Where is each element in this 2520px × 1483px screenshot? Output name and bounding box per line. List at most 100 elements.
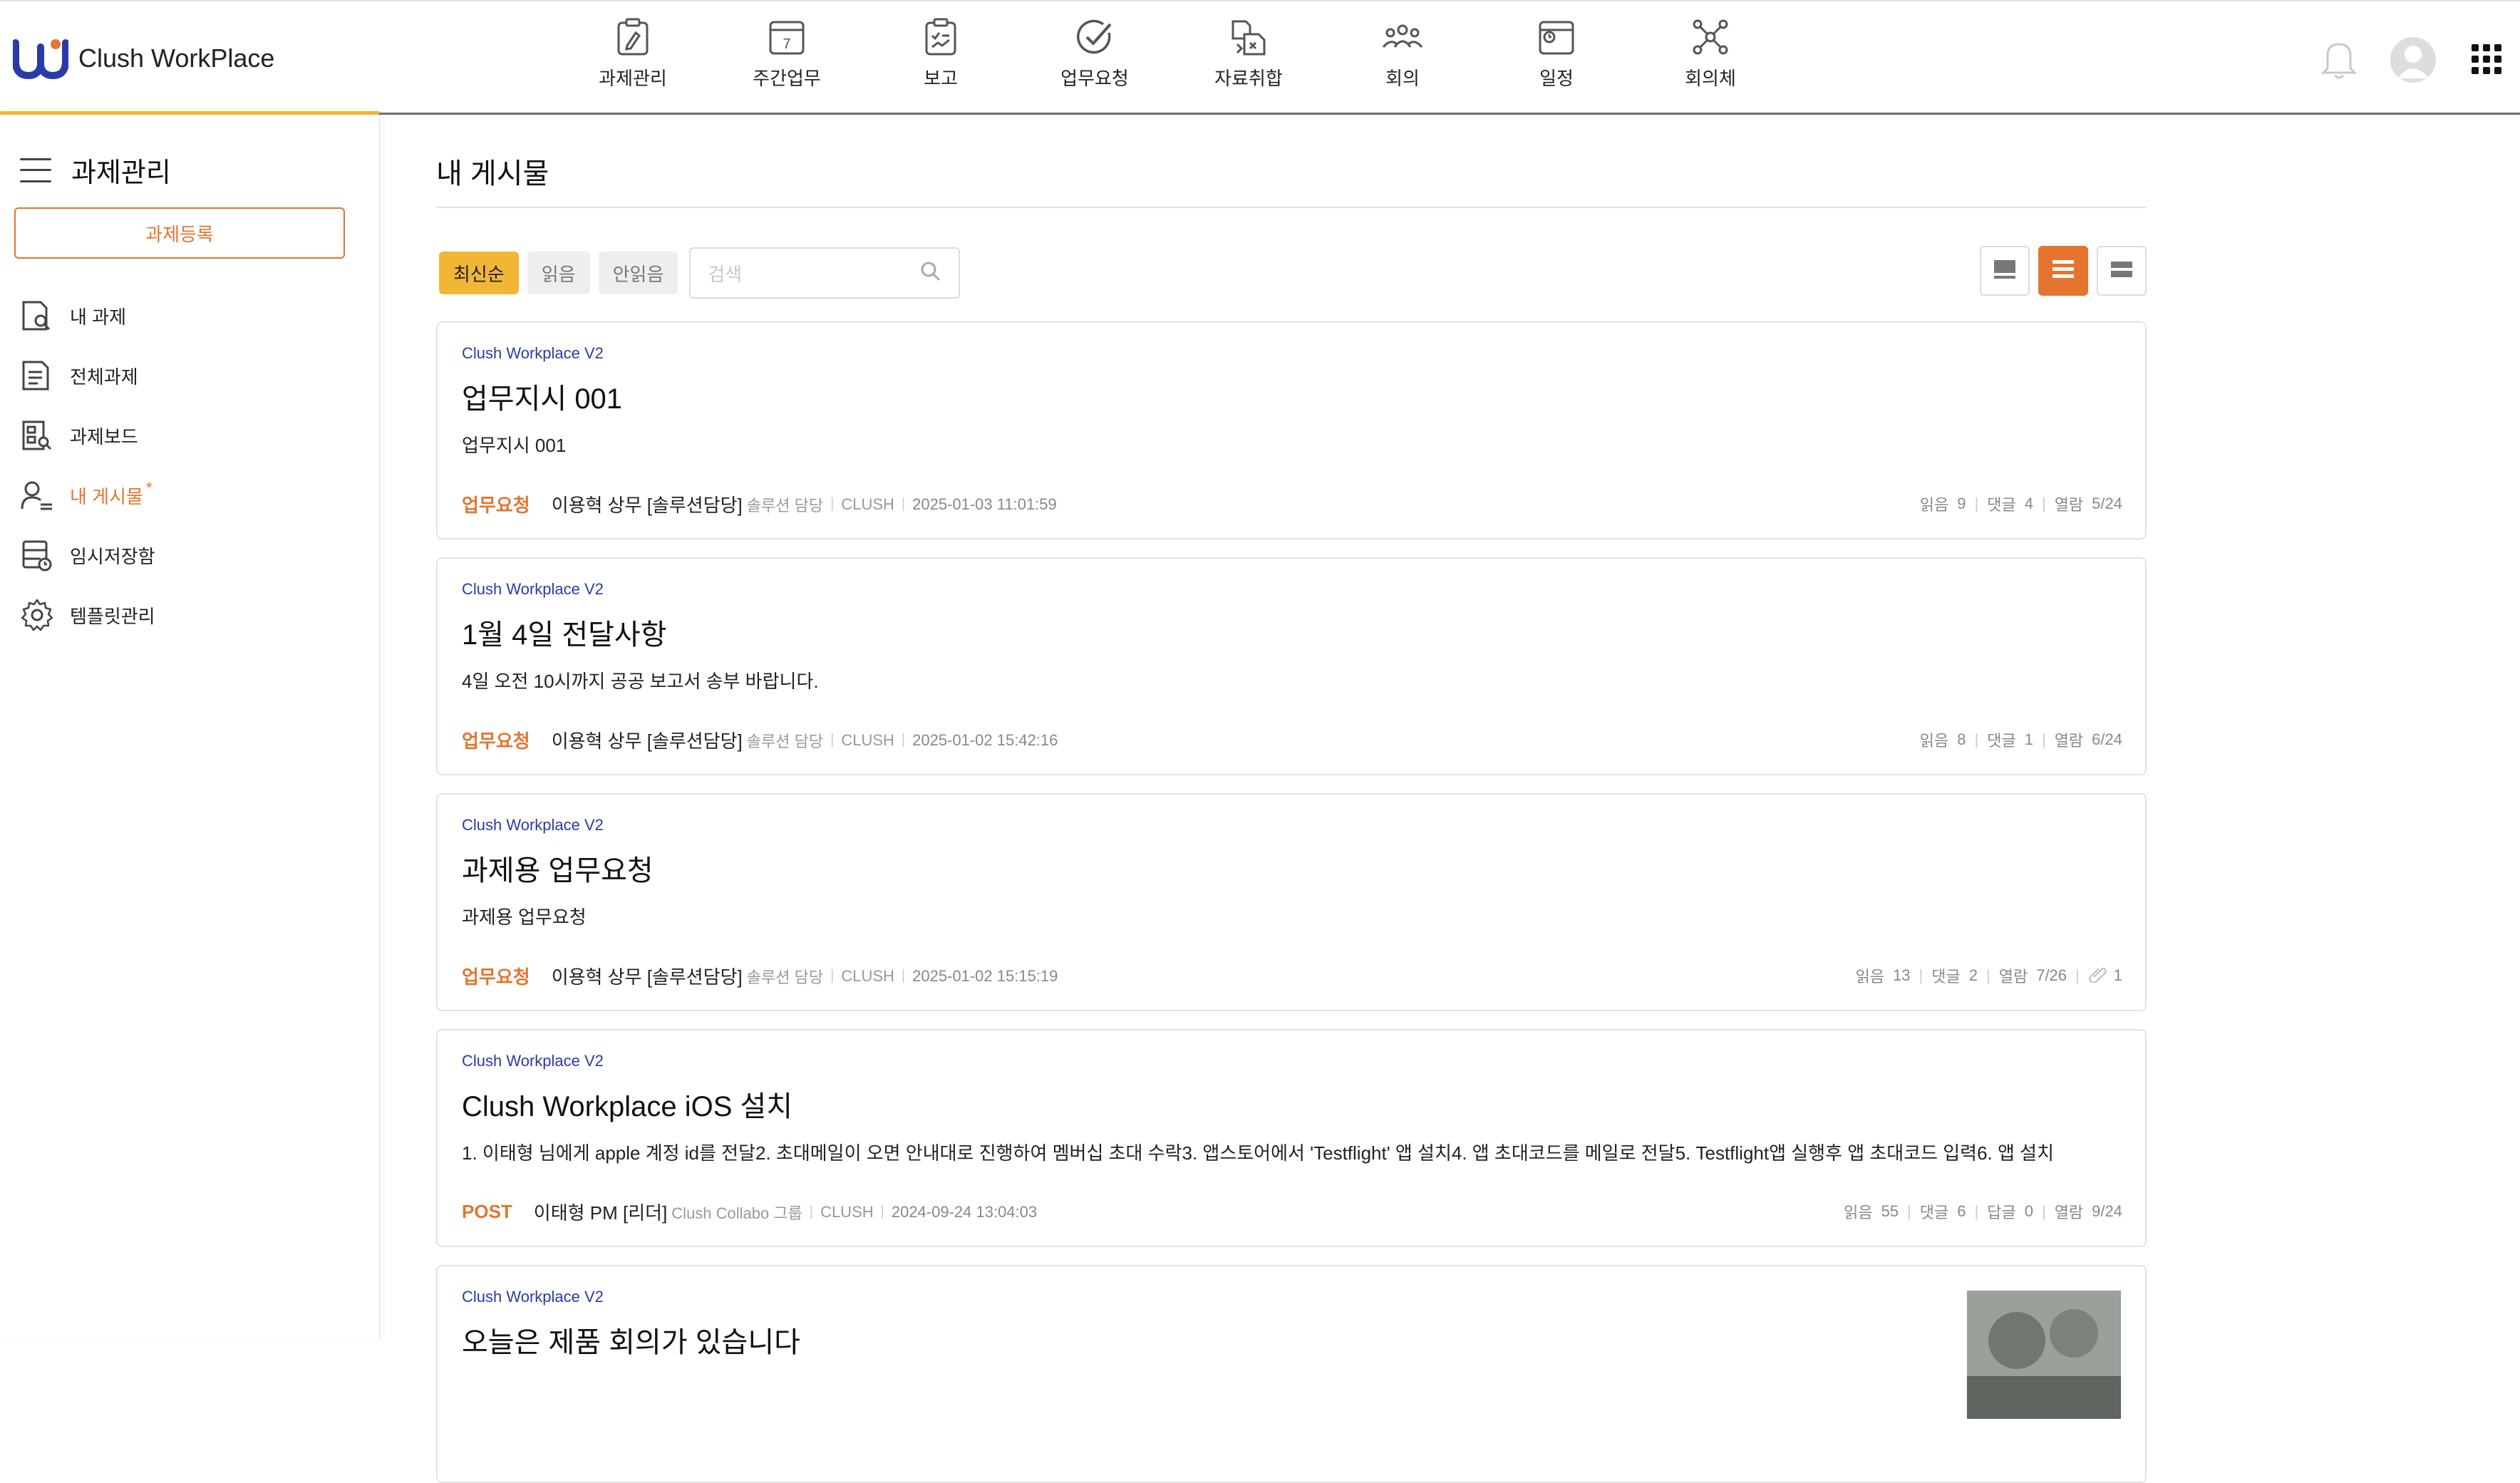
nav-work-request[interactable]: 업무요청 <box>1018 16 1172 91</box>
comment-count: 1 <box>2024 730 2033 748</box>
comment-label: 댓글 <box>1931 968 1961 986</box>
post-project[interactable]: Clush Workplace V2 <box>462 1052 604 1070</box>
post-type-tag: 업무요청 <box>462 495 530 516</box>
post-org: CLUSH <box>820 1202 874 1221</box>
view-list-button[interactable] <box>2038 246 2088 296</box>
post-date: 2025-01-02 15:15:19 <box>912 966 1058 985</box>
post-title[interactable]: 업무지시 001 <box>462 376 622 417</box>
nav-schedule[interactable]: 일정 <box>1480 16 1633 91</box>
compact-view-icon <box>2110 259 2134 284</box>
nav-weekly-work[interactable]: 7 주간업무 <box>710 16 864 91</box>
sidebar-item-my-task[interactable]: 내 과제 <box>19 296 155 336</box>
nav-task-management[interactable]: 과제관리 <box>556 16 710 91</box>
sidebar-item-all-tasks[interactable]: 전체과제 <box>19 356 155 396</box>
post-project[interactable]: Clush Workplace V2 <box>462 344 604 363</box>
read-label: 읽음 <box>1919 496 1949 514</box>
sidebar-item-templates[interactable]: 템플릿관리 <box>19 595 155 635</box>
sidebar-menu: 내 과제 전체과제 과제보드 내 게시물 * 임시저장함 템플릿관리 <box>19 296 155 655</box>
user-avatar[interactable] <box>2390 37 2436 83</box>
view-compact-button[interactable] <box>2097 246 2147 296</box>
post-stats: 읽음 13 | 댓글 2 | 열람 7/26 | 1 <box>1856 964 2122 987</box>
stat-separator: | <box>2041 1202 2046 1220</box>
post-stats: 읽음 9 | 댓글 4 | 열람 5/24 <box>1920 492 2122 515</box>
read-label: 읽음 <box>1919 732 1949 750</box>
view-card-button[interactable] <box>1980 246 2030 296</box>
meta-separator: | <box>830 496 835 512</box>
post-project[interactable]: Clush Workplace V2 <box>462 816 604 834</box>
nav-label: 업무요청 <box>1060 68 1129 89</box>
post-author[interactable]: 이용혁 상무 [솔루션담당] <box>552 727 743 753</box>
app-logo[interactable]: Clush WorkPlace <box>12 37 274 80</box>
stat-separator: | <box>1974 1202 1979 1220</box>
post-title[interactable]: 1월 4일 전달사항 <box>462 611 667 653</box>
calendar-icon: 7 <box>765 16 808 58</box>
sidebar-item-label: 템플릿관리 <box>70 605 155 627</box>
post-body: 4일 오전 10시까지 공공 보고서 송부 바랍니다. <box>462 671 819 692</box>
post-title[interactable]: 오늘은 제품 회의가 있습니다 <box>462 1319 800 1360</box>
card-view-icon <box>1993 259 2017 284</box>
filter-unread[interactable]: 안읽음 <box>598 252 678 294</box>
post-type-tag: POST <box>462 1201 512 1222</box>
post-card[interactable]: Clush Workplace V2 1월 4일 전달사항 4일 오전 10시까… <box>436 557 2147 775</box>
attachment-count: 1 <box>2113 966 2122 984</box>
view-count: 9/24 <box>2092 1202 2122 1220</box>
filter-read[interactable]: 읽음 <box>527 252 590 294</box>
post-author[interactable]: 이용혁 상무 [솔루션담당] <box>552 491 743 517</box>
title-divider <box>436 207 2147 208</box>
meta-separator: | <box>901 496 906 512</box>
post-card[interactable]: Clush Workplace V2 Clush Workplace iOS 설… <box>436 1029 2147 1247</box>
stat-separator: | <box>2075 966 2080 984</box>
nav-meeting[interactable]: 회의 <box>1326 16 1480 91</box>
sidebar-header: 과제관리 <box>20 150 171 190</box>
register-task-button[interactable]: 과제등록 <box>14 207 345 259</box>
read-count: 8 <box>1957 730 1966 748</box>
report-icon <box>919 16 962 58</box>
task-board-icon <box>19 417 56 454</box>
stat-separator: | <box>1974 730 1979 748</box>
post-title[interactable]: 과제용 업무요청 <box>462 847 654 889</box>
post-card[interactable]: Clush Workplace V2 과제용 업무요청 과제용 업무요청 업무요… <box>436 793 2147 1011</box>
nav-label: 주간업무 <box>753 68 821 89</box>
post-stats: 읽음 55 | 댓글 6 | 답글 0 | 열람 9/24 <box>1844 1200 2122 1223</box>
sidebar-item-label: 내 과제 <box>70 306 126 328</box>
post-thumbnail[interactable] <box>1967 1291 2121 1419</box>
sidebar-item-drafts[interactable]: 임시저장함 <box>19 535 155 575</box>
filter-latest[interactable]: 최신순 <box>439 252 519 294</box>
apps-grid-icon[interactable] <box>2472 44 2501 74</box>
comment-count: 4 <box>2024 495 2033 512</box>
nav-data-collection[interactable]: 자료취합 <box>1172 16 1326 91</box>
sidebar-title: 과제관리 <box>71 158 171 188</box>
nav-label: 자료취합 <box>1214 68 1283 89</box>
attachment-icon <box>2088 964 2107 987</box>
post-body: 업무지시 001 <box>462 435 567 456</box>
view-count: 6/24 <box>2092 730 2122 748</box>
nav-committee[interactable]: 회의체 <box>1633 16 1787 91</box>
comment-label: 댓글 <box>1919 1204 1949 1221</box>
post-title[interactable]: Clush Workplace iOS 설치 <box>462 1083 792 1125</box>
post-card[interactable]: Clush Workplace V2 업무지시 001 업무지시 001 업무요… <box>436 321 2147 539</box>
schedule-icon <box>1535 16 1578 58</box>
post-project[interactable]: Clush Workplace V2 <box>462 1288 604 1306</box>
view-label: 열람 <box>2054 496 2084 514</box>
notification-bell-icon[interactable] <box>2319 37 2359 80</box>
nav-report[interactable]: 보고 <box>864 16 1018 91</box>
post-type-tag: 업무요청 <box>462 966 530 988</box>
top-border-line <box>0 0 2520 10</box>
draft-box-icon <box>19 537 56 574</box>
nav-label: 보고 <box>924 68 958 89</box>
search-placeholder: 검색 <box>708 263 743 285</box>
post-org: CLUSH <box>841 730 894 749</box>
sidebar-item-label: 임시저장함 <box>70 545 155 567</box>
my-task-icon <box>19 297 56 334</box>
post-author[interactable]: 이용혁 상무 [솔루션담당] <box>552 963 743 989</box>
post-dept: 솔루션 담당 <box>746 732 824 750</box>
search-input[interactable]: 검색 <box>689 247 961 299</box>
post-card[interactable]: Clush Workplace V2 오늘은 제품 회의가 있습니다 <box>436 1265 2147 1483</box>
settings-gear-icon <box>19 596 56 634</box>
post-project[interactable]: Clush Workplace V2 <box>462 580 604 599</box>
sidebar-item-task-board[interactable]: 과제보드 <box>19 415 155 455</box>
hamburger-menu-icon[interactable] <box>20 157 51 182</box>
search-icon[interactable] <box>920 261 941 286</box>
post-author[interactable]: 이태형 PM [리더] <box>534 1199 668 1225</box>
sidebar-item-my-posts[interactable]: 내 게시물 * <box>19 475 155 515</box>
